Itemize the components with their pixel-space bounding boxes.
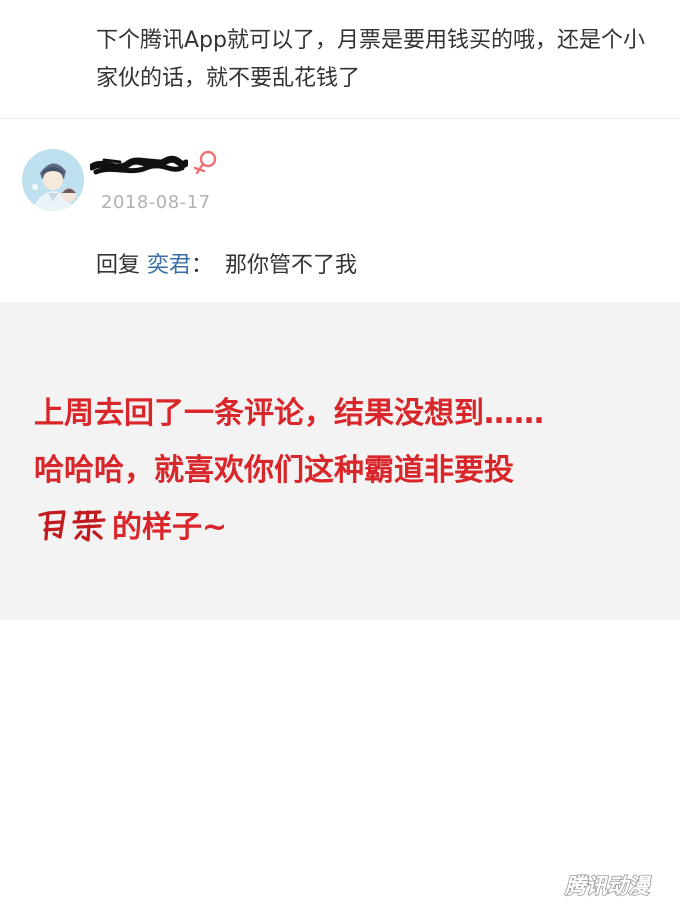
caption-line-1: 上周去回了一条评论，结果没想到…… [34,396,544,431]
previous-comment-text: 下个腾讯App就可以了，月票是要用钱买的哦，还是个小家伙的话，就不要乱花钱了 [96,28,645,91]
female-gender-icon [193,149,218,179]
svg-text:腾讯动漫: 腾讯动漫 [564,874,652,898]
username-redacted[interactable] [88,155,190,179]
previous-comment: 下个腾讯App就可以了，月票是要用钱买的哦，还是个小家伙的话，就不要乱花钱了 [0,0,680,119]
user-avatar[interactable] [22,149,84,211]
reply-prefix: 回复 [96,253,141,278]
caption-line-3: 的样子~ [34,499,674,556]
comment-date: 2018-08-17 [101,192,211,213]
reply-colon: ： [191,253,214,278]
comic-caption: 上周去回了一条评论，结果没想到…… 哈哈哈，就喜欢你们这种霸道非要投 的样子~ [34,385,674,556]
caption-line-2: 哈哈哈，就喜欢你们这种霸道非要投 [34,453,514,488]
tencent-comic-watermark-logo: 腾讯动漫 [553,870,661,900]
caption-line-3-rest: 的样子~ [112,510,228,545]
reply-comment-card: 2018-08-17 回复 奕君： 那你管不了我 [0,119,680,302]
comic-caption-panel: 上周去回了一条评论，结果没想到…… 哈哈哈，就喜欢你们这种霸道非要投 的样子~ … [0,302,680,899]
handwritten-monthly-ticket-word [34,507,112,543]
reply-target-username[interactable]: 奕君 [147,253,191,278]
reply-body: 那你管不了我 [225,253,358,278]
reply-text-line: 回复 奕君： 那你管不了我 [96,247,357,279]
